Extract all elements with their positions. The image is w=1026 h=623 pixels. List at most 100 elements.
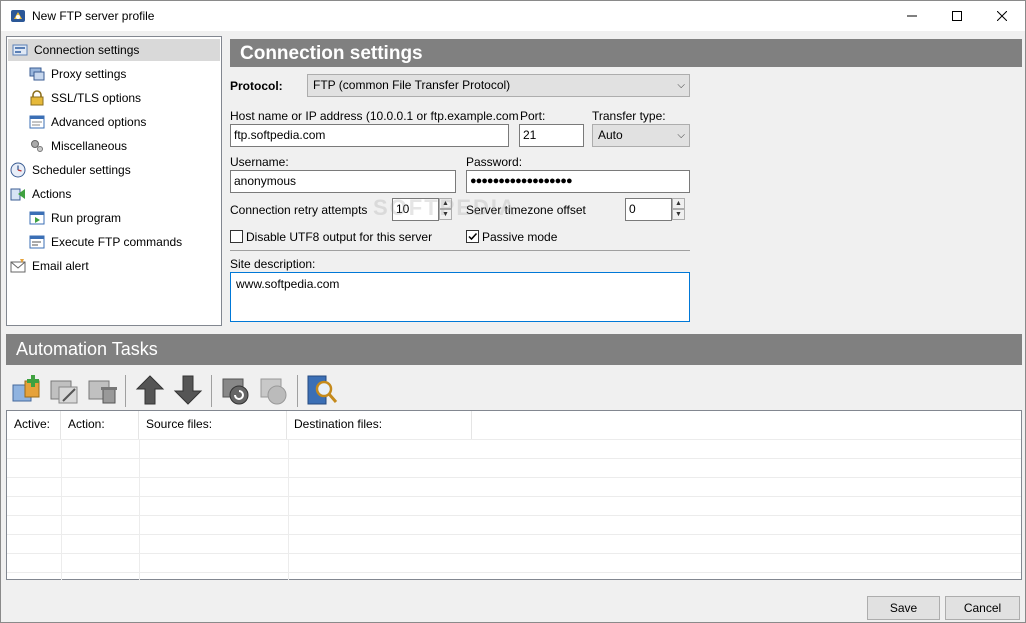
port-label: Port: xyxy=(520,109,546,123)
settings-tree[interactable]: Connection settings Proxy settings SSL/T… xyxy=(6,36,222,326)
password-input[interactable]: ●●●●●●●●●●●●●●●●●● xyxy=(466,170,690,193)
transfer-type-label: Transfer type: xyxy=(592,109,666,123)
checkmark-icon xyxy=(468,232,478,241)
minimize-icon xyxy=(907,15,917,17)
run-task-icon xyxy=(222,378,249,405)
tree-item-execute-ftp-commands[interactable]: Execute FTP commands xyxy=(29,231,182,253)
grid-row-line xyxy=(7,572,1021,573)
column-active[interactable]: Active: xyxy=(7,411,61,439)
toolbar-separator xyxy=(297,375,298,407)
timezone-offset-input[interactable]: 0 xyxy=(625,198,672,221)
site-description-input[interactable]: www.softpedia.com xyxy=(230,272,690,322)
disable-utf8-checkbox[interactable] xyxy=(230,230,243,243)
email-icon xyxy=(10,259,26,273)
tree-item-proxy-settings[interactable]: Proxy settings xyxy=(29,63,126,85)
delete-task-icon xyxy=(88,380,117,404)
automation-tasks-header: Automation Tasks xyxy=(6,334,1022,365)
edit-task-icon xyxy=(50,380,78,404)
move-down-icon xyxy=(173,375,203,405)
tree-item-scheduler-settings[interactable]: Scheduler settings xyxy=(10,159,131,181)
ftp-profile-window: New FTP server profile Connection settin… xyxy=(0,0,1026,623)
host-label: Host name or IP address (10.0.0.1 or ftp… xyxy=(230,109,519,123)
timezone-spin-up[interactable]: ▲ xyxy=(672,198,685,209)
clock-icon xyxy=(10,162,26,178)
tree-item-label: Advanced options xyxy=(51,115,147,129)
protocol-select[interactable]: FTP (common File Transfer Protocol) ⌵ xyxy=(307,74,690,97)
tree-item-connection-settings[interactable]: Connection settings xyxy=(8,39,220,61)
tree-item-actions[interactable]: Actions xyxy=(10,183,71,205)
add-task-button[interactable] xyxy=(9,373,43,407)
cancel-button[interactable]: Cancel xyxy=(945,596,1020,620)
maximize-icon xyxy=(952,11,962,21)
tree-item-label: Scheduler settings xyxy=(32,163,131,177)
grid-col-line xyxy=(139,439,140,580)
grid-col-line xyxy=(288,439,289,580)
grid-col-line xyxy=(61,439,62,580)
port-input[interactable]: 21 xyxy=(519,124,584,147)
tree-item-label: Run program xyxy=(51,211,122,225)
grid-row-line xyxy=(7,496,1021,497)
lock-icon xyxy=(30,90,44,106)
tree-item-ssl-tls[interactable]: SSL/TLS options xyxy=(29,87,141,109)
move-up-button[interactable] xyxy=(133,373,167,407)
disable-utf8-label: Disable UTF8 output for this server xyxy=(246,230,433,244)
transfer-type-select[interactable]: Auto ⌵ xyxy=(592,124,690,147)
grid-row-line xyxy=(7,515,1021,516)
run-task-button[interactable] xyxy=(219,373,253,407)
chevron-down-icon: ⌵ xyxy=(677,130,685,141)
edit-task-button[interactable] xyxy=(47,373,81,407)
run-all-icon xyxy=(260,378,287,405)
grid-row-line xyxy=(7,553,1021,554)
tree-item-label: Miscellaneous xyxy=(51,139,128,153)
host-input[interactable]: ftp.softpedia.com xyxy=(230,124,509,147)
delete-task-button[interactable] xyxy=(85,373,119,407)
close-button[interactable] xyxy=(979,1,1025,31)
misc-icon xyxy=(31,140,43,152)
softpedia-watermark: SOFTPEDIA xyxy=(373,195,517,220)
proxy-icon xyxy=(29,67,45,81)
tree-item-advanced-options[interactable]: Advanced options xyxy=(29,111,146,133)
tree-item-email-alert[interactable]: Email alert xyxy=(10,255,89,277)
protocol-value: FTP (common File Transfer Protocol) xyxy=(313,78,511,92)
tree-item-label: Email alert xyxy=(32,259,89,273)
close-icon xyxy=(997,11,1007,21)
grid-row-line xyxy=(7,458,1021,459)
move-down-button[interactable] xyxy=(171,373,205,407)
passive-mode-checkbox[interactable] xyxy=(466,230,479,243)
password-label: Password: xyxy=(466,155,523,169)
minimize-button[interactable] xyxy=(889,1,935,31)
chevron-down-icon: ⌵ xyxy=(677,80,685,91)
grid-row-line xyxy=(7,534,1021,535)
toolbar-separator xyxy=(125,375,126,407)
window-title: New FTP server profile xyxy=(32,9,155,23)
tree-item-label: SSL/TLS options xyxy=(51,91,142,105)
add-task-icon xyxy=(12,375,40,402)
passive-mode-label: Passive mode xyxy=(482,230,558,244)
search-task-button[interactable] xyxy=(305,373,339,407)
site-description-label: Site description: xyxy=(230,257,316,271)
column-source-files[interactable]: Source files: xyxy=(139,411,287,439)
tree-item-label: Connection settings xyxy=(34,43,140,57)
timezone-spin-down[interactable]: ▼ xyxy=(672,209,685,220)
run-all-button[interactable] xyxy=(257,373,291,407)
maximize-button[interactable] xyxy=(934,1,980,31)
tree-item-miscellaneous[interactable]: Miscellaneous xyxy=(29,135,127,157)
column-action[interactable]: Action: xyxy=(61,411,139,439)
move-up-icon xyxy=(135,375,165,405)
save-button[interactable]: Save xyxy=(867,596,940,620)
grid-row-line xyxy=(7,439,1021,440)
title-bar: New FTP server profile xyxy=(1,1,1025,31)
username-input[interactable]: anonymous xyxy=(230,170,456,193)
column-destination-files[interactable]: Destination files: xyxy=(287,411,472,439)
tree-item-label: Execute FTP commands xyxy=(51,235,183,249)
tree-item-label: Actions xyxy=(32,187,72,201)
ftp-commands-icon xyxy=(29,235,45,249)
tree-item-run-program[interactable]: Run program xyxy=(29,207,121,229)
grid-row-line xyxy=(7,477,1021,478)
toolbar-separator xyxy=(211,375,212,407)
search-task-icon xyxy=(307,375,338,405)
automation-toolbar xyxy=(9,373,409,409)
app-icon xyxy=(11,10,25,22)
automation-tasks-grid[interactable]: Active: Action: Source files: Destinatio… xyxy=(6,410,1022,580)
divider xyxy=(230,250,690,251)
